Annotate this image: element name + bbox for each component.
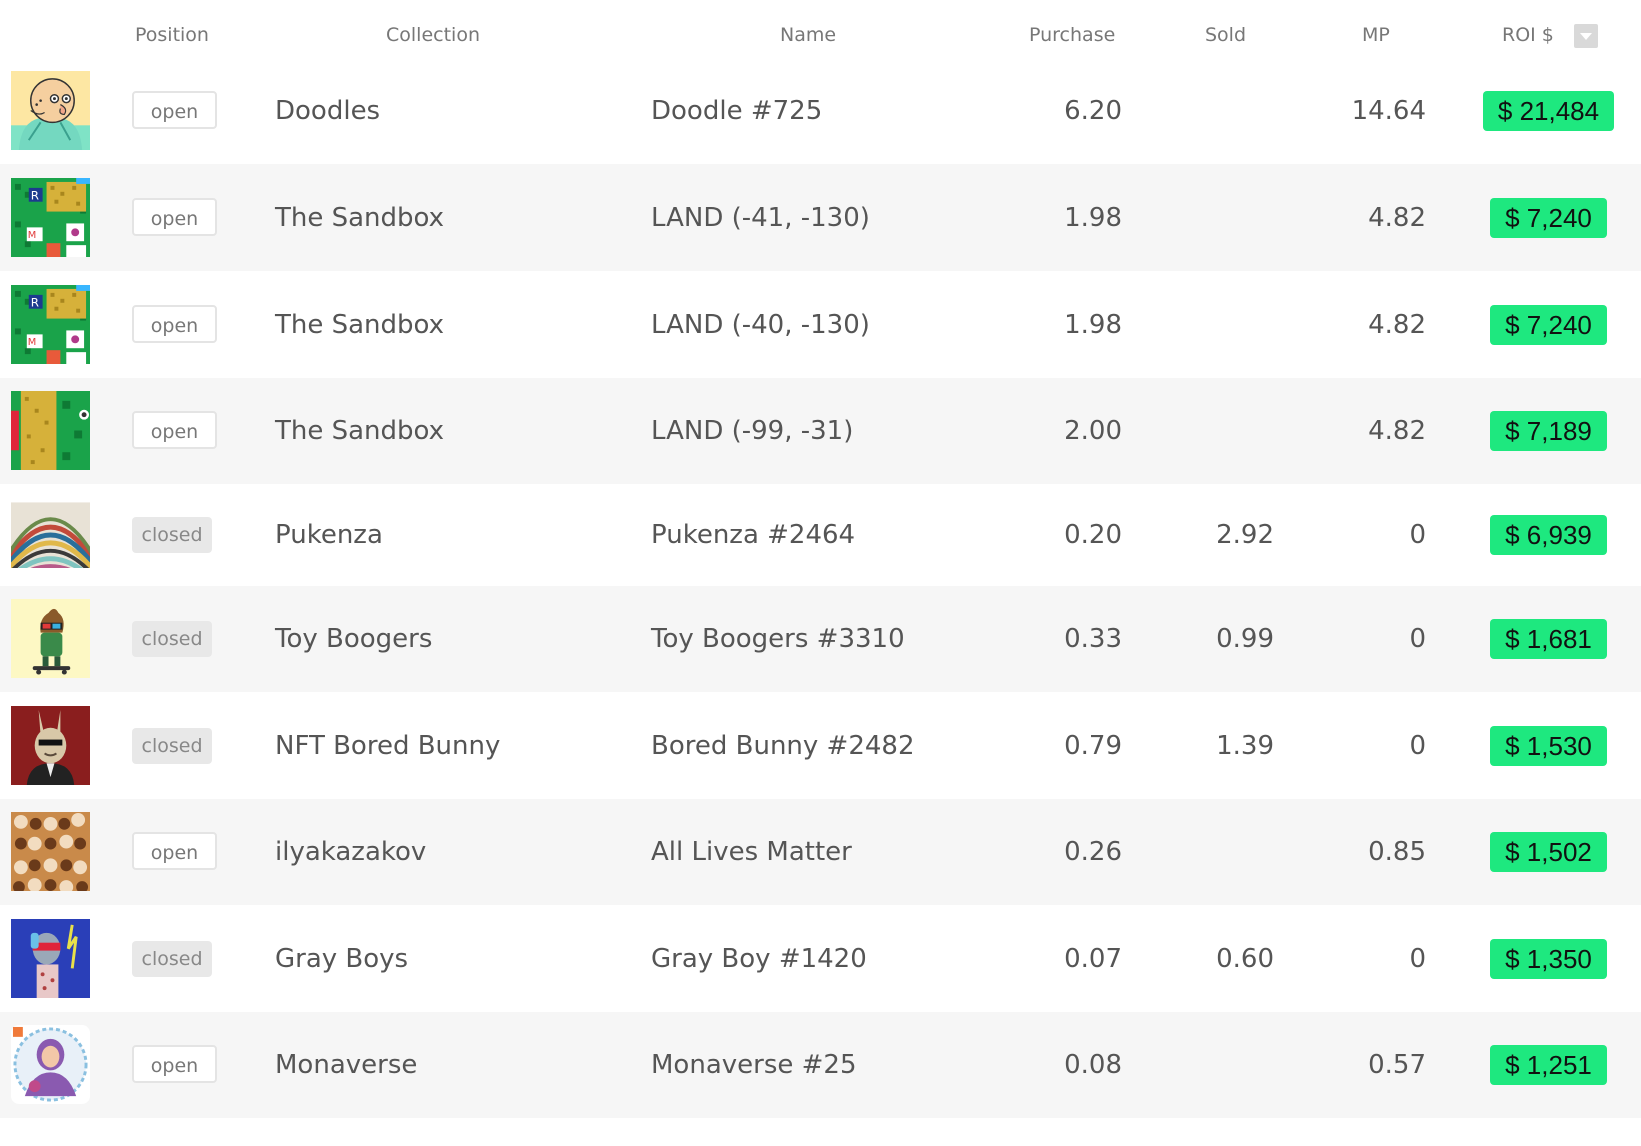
nft-name[interactable]: Doodle #725 — [651, 96, 822, 126]
purchase-price: 0.79 — [1064, 730, 1122, 761]
market-price: 0 — [1409, 943, 1426, 974]
nft-name[interactable]: Gray Boy #1420 — [651, 944, 867, 974]
collection-name[interactable]: The Sandbox — [275, 310, 444, 340]
header-mp: MP — [1362, 24, 1390, 46]
market-price: 0.85 — [1368, 837, 1426, 867]
position-badge-closed: closed — [132, 727, 212, 764]
market-price: 0 — [1409, 624, 1426, 654]
market-price: 0 — [1409, 520, 1426, 550]
nft-name[interactable]: Monaverse #25 — [651, 1050, 857, 1080]
roi-value-badge: $ 7,240 — [1490, 197, 1607, 238]
purchase-price: 2.00 — [1064, 416, 1122, 446]
sandbox-land-thumbnail: R M — [11, 177, 90, 257]
purchase-price: 1.98 — [1064, 202, 1122, 233]
table-row[interactable]: R M open The Sandbox LAND (-41, -130) 1.… — [0, 164, 1641, 271]
doodle-cartoon-thumbnail — [11, 71, 90, 150]
sandbox-land-thumbnail: R M — [11, 284, 90, 364]
collection-name[interactable]: Doodles — [275, 96, 380, 126]
table-row[interactable]: R M open The Sandbox LAND (-40, -130) 1.… — [0, 271, 1641, 378]
header-roi[interactable]: ROI $ — [1502, 24, 1554, 46]
collection-name[interactable]: ilyakazakov — [275, 837, 426, 867]
header-position: Position — [135, 24, 209, 46]
roi-value-badge: $ 1,681 — [1490, 619, 1607, 659]
purchase-price: 1.98 — [1064, 309, 1122, 340]
header-purchase: Purchase — [1029, 24, 1116, 46]
purchase-price: 0.26 — [1064, 837, 1122, 867]
header-name: Name — [780, 24, 837, 46]
sold-price: 0.99 — [1216, 624, 1274, 654]
purchase-price: 0.08 — [1064, 1050, 1122, 1080]
market-price: 4.82 — [1368, 416, 1426, 446]
roi-value-badge: $ 1,502 — [1490, 832, 1607, 872]
nft-name[interactable]: All Lives Matter — [651, 837, 852, 867]
bored-bunny-thumbnail — [11, 705, 90, 785]
table-row[interactable]: closed Toy Boogers Toy Boogers #3310 0.3… — [0, 586, 1641, 692]
collection-name[interactable]: NFT Bored Bunny — [275, 731, 500, 761]
sort-dropdown-icon[interactable] — [1574, 24, 1598, 48]
position-badge-closed: closed — [132, 517, 212, 553]
nft-name[interactable]: Pukenza #2464 — [651, 520, 855, 550]
nft-name[interactable]: LAND (-41, -130) — [651, 203, 870, 233]
sold-price: 1.39 — [1216, 730, 1274, 761]
position-badge-open: open — [132, 197, 217, 236]
position-badge-open: open — [132, 91, 217, 129]
position-badge-open: open — [132, 832, 217, 870]
svg-text:R: R — [31, 188, 39, 202]
gray-boy-thumbnail — [11, 918, 90, 998]
table-row[interactable]: closed Gray Boys Gray Boy #1420 0.07 0.6… — [0, 905, 1641, 1012]
nft-name[interactable]: Toy Boogers #3310 — [651, 624, 905, 654]
table-row[interactable]: open Doodles Doodle #725 6.20 14.64 $ 21… — [0, 58, 1641, 164]
position-badge-open: open — [132, 1045, 217, 1083]
market-price: 14.64 — [1351, 96, 1426, 126]
roi-value-badge: $ 1,350 — [1490, 938, 1607, 979]
collection-name[interactable]: Gray Boys — [275, 944, 408, 974]
market-price: 0.57 — [1368, 1050, 1426, 1080]
purchase-price: 0.20 — [1064, 520, 1122, 550]
position-badge-open: open — [132, 411, 217, 449]
purchase-price: 6.20 — [1064, 96, 1122, 126]
roi-value-badge: $ 6,939 — [1490, 515, 1607, 555]
collection-name[interactable]: The Sandbox — [275, 416, 444, 446]
toy-booger-thumbnail — [11, 599, 90, 678]
purchase-price: 0.07 — [1064, 943, 1122, 974]
nft-name[interactable]: LAND (-99, -31) — [651, 416, 853, 446]
all-lives-matter-thumbnail — [11, 812, 90, 891]
table-row[interactable]: open ilyakazakov All Lives Matter 0.26 0… — [0, 799, 1641, 905]
nft-positions-table: Position Collection Name Purchase Sold M… — [0, 0, 1641, 1118]
market-price: 0 — [1409, 730, 1426, 761]
collection-name[interactable]: Pukenza — [275, 520, 383, 550]
table-header: Position Collection Name Purchase Sold M… — [0, 0, 1641, 58]
table-row[interactable]: closed Pukenza Pukenza #2464 0.20 2.92 0… — [0, 484, 1641, 586]
header-sold: Sold — [1205, 24, 1247, 46]
sandbox-land-thumbnail — [11, 391, 90, 470]
position-badge-closed: closed — [132, 621, 212, 657]
market-price: 4.82 — [1368, 309, 1426, 340]
svg-text:M: M — [28, 337, 37, 348]
header-collection: Collection — [386, 24, 480, 46]
collection-name[interactable]: Monaverse — [275, 1050, 417, 1080]
position-badge-open: open — [132, 304, 217, 343]
roi-value-badge: $ 7,189 — [1490, 411, 1607, 451]
svg-text:R: R — [31, 295, 39, 309]
collection-name[interactable]: Toy Boogers — [275, 624, 432, 654]
table-row[interactable]: open Monaverse Monaverse #25 0.08 0.57 $… — [0, 1012, 1641, 1118]
pukenza-swirl-thumbnail — [11, 502, 90, 568]
sold-price: 2.92 — [1216, 520, 1274, 550]
sold-price: 0.60 — [1216, 943, 1274, 974]
svg-text:M: M — [28, 230, 37, 241]
nft-name[interactable]: Bored Bunny #2482 — [651, 731, 915, 761]
purchase-price: 0.33 — [1064, 624, 1122, 654]
table-body: open Doodles Doodle #725 6.20 14.64 $ 21… — [0, 58, 1641, 1118]
roi-value-badge: $ 1,530 — [1490, 725, 1607, 766]
position-badge-closed: closed — [132, 940, 212, 977]
monaverse-thumbnail — [11, 1025, 90, 1104]
roi-value-badge: $ 1,251 — [1490, 1045, 1607, 1085]
collection-name[interactable]: The Sandbox — [275, 203, 444, 233]
roi-value-badge: $ 7,240 — [1490, 304, 1607, 345]
table-row[interactable]: open The Sandbox LAND (-99, -31) 2.00 4.… — [0, 378, 1641, 484]
roi-value-badge: $ 21,484 — [1483, 91, 1614, 131]
table-row[interactable]: closed NFT Bored Bunny Bored Bunny #2482… — [0, 692, 1641, 799]
market-price: 4.82 — [1368, 202, 1426, 233]
nft-name[interactable]: LAND (-40, -130) — [651, 310, 870, 340]
